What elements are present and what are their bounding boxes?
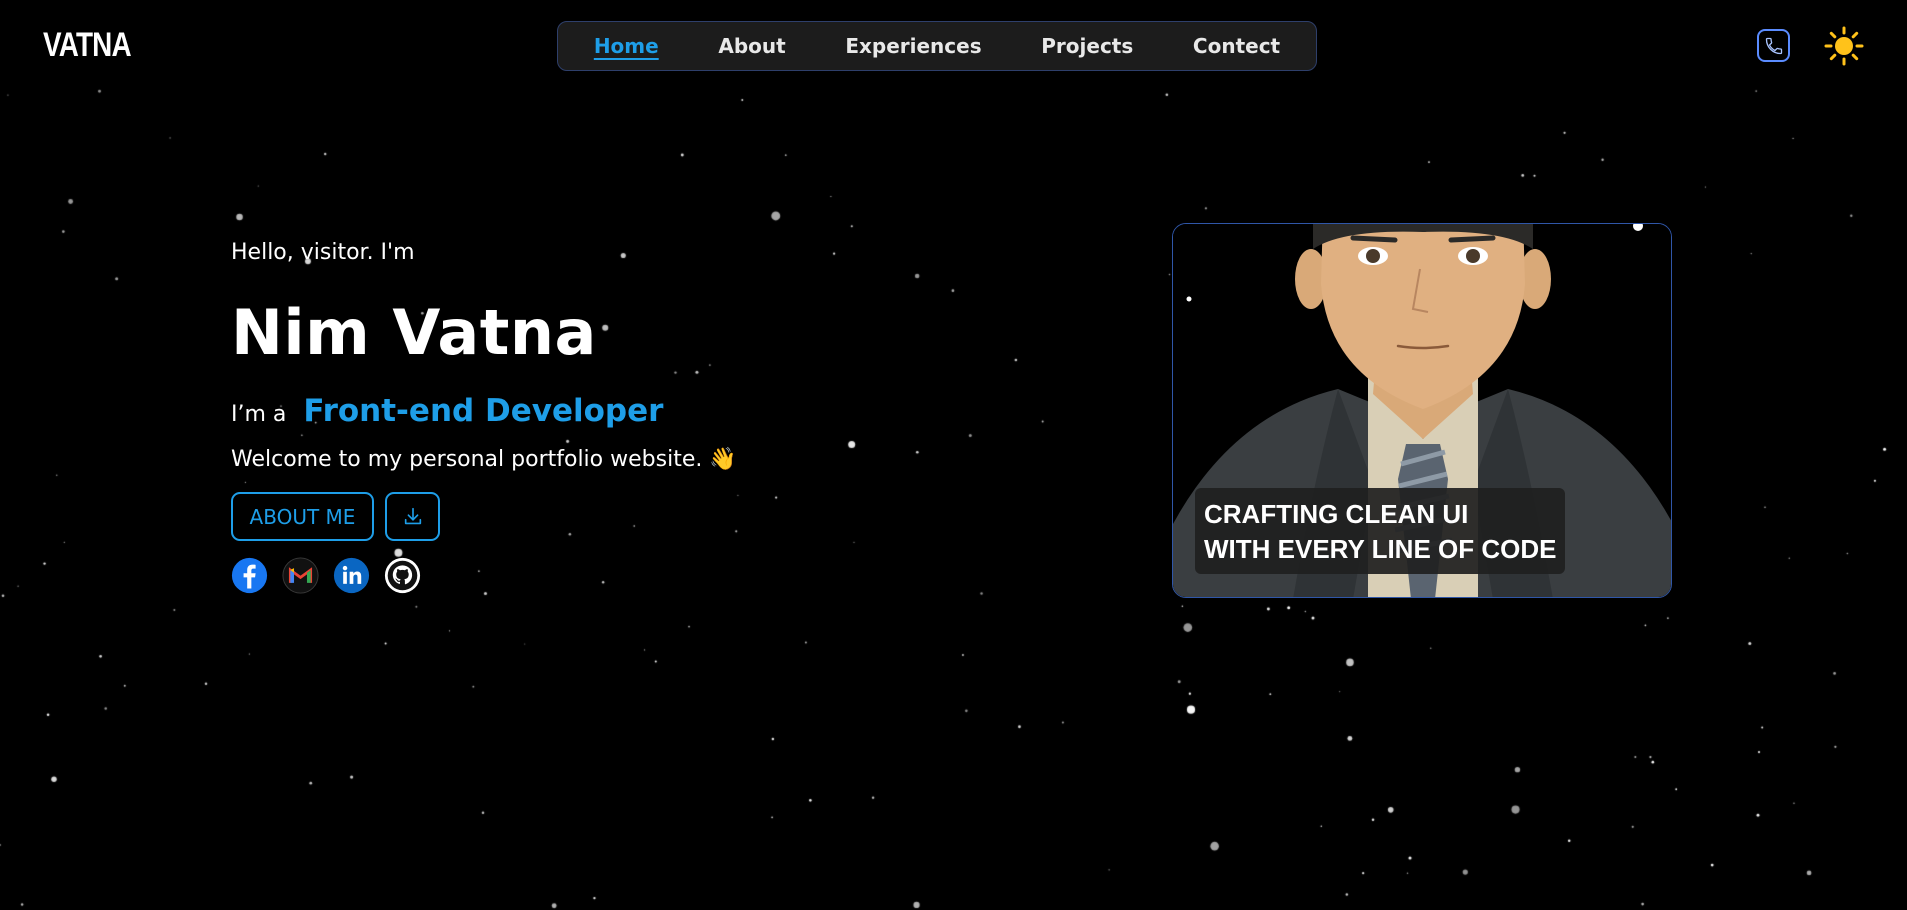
- site-logo[interactable]: VATNA: [43, 26, 132, 65]
- main-nav: Home About Experiences Projects Contect: [557, 21, 1317, 71]
- hero-greeting: Hello, visitor. I'm: [231, 240, 415, 265]
- facebook-icon[interactable]: [231, 557, 268, 594]
- nav-home[interactable]: Home: [594, 34, 659, 58]
- download-cv-button[interactable]: [385, 492, 440, 541]
- gmail-icon[interactable]: [282, 557, 319, 594]
- nav-about[interactable]: About: [718, 34, 785, 58]
- linkedin-icon[interactable]: [333, 557, 370, 594]
- nav-projects[interactable]: Projects: [1041, 34, 1133, 58]
- hero-welcome: Welcome to my personal portfolio website…: [231, 447, 737, 472]
- role-prefix: I’m a: [231, 402, 287, 427]
- nav-contact[interactable]: Contect: [1193, 34, 1280, 58]
- profile-card: CRAFTING CLEAN UI WITH EVERY LINE OF COD…: [1172, 223, 1672, 598]
- hero-name: Nim Vatna: [231, 296, 597, 369]
- caption-line-2: WITH EVERY LINE OF CODE: [1204, 534, 1557, 564]
- card-caption: CRAFTING CLEAN UI WITH EVERY LINE OF COD…: [1195, 488, 1566, 574]
- theme-toggle-button[interactable]: [1824, 26, 1864, 66]
- social-links: [231, 557, 421, 594]
- download-icon: [404, 507, 421, 524]
- sun-icon: [1824, 26, 1864, 66]
- contact-phone-button[interactable]: [1757, 29, 1790, 62]
- nav-experiences[interactable]: Experiences: [845, 34, 981, 58]
- caption-line-1: CRAFTING CLEAN UI: [1204, 499, 1469, 529]
- github-icon[interactable]: [384, 557, 421, 594]
- hero-role-row: I’m a Front-end Developer: [231, 393, 663, 429]
- role-title: Front-end Developer: [303, 393, 664, 429]
- phone-icon: [1765, 37, 1782, 54]
- about-me-button[interactable]: ABOUT ME: [231, 492, 374, 541]
